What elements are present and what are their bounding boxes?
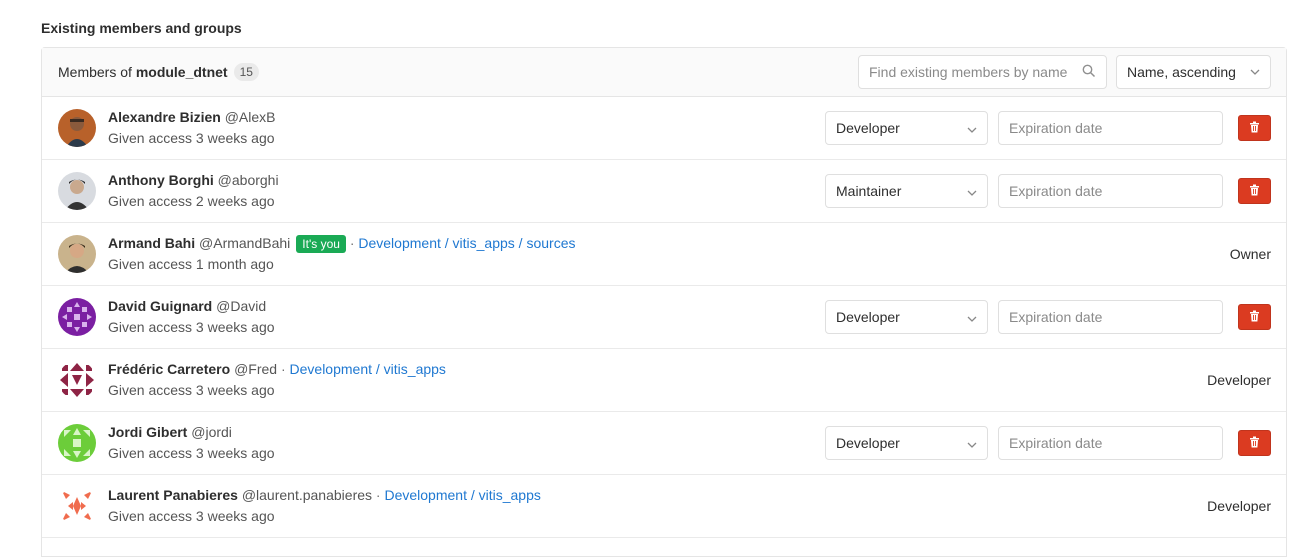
access-time: Given access 3 weeks ago: [108, 382, 275, 398]
expiration-date-input[interactable]: [998, 426, 1223, 460]
access-time: Given access 1 month ago: [108, 256, 274, 272]
panel-header: Members of module_dtnet 15 Name, ascendi…: [42, 48, 1286, 97]
member-name[interactable]: Frédéric Carretero: [108, 361, 230, 377]
separator-dot: ·: [375, 487, 381, 503]
member-info: Alexandre Bizien @AlexB Given access 3 w…: [108, 107, 825, 149]
role-dropdown[interactable]: Developer: [825, 300, 988, 334]
member-username: @David: [216, 298, 267, 314]
expiration-date-input[interactable]: [998, 111, 1223, 145]
member-role: Developer: [1207, 372, 1271, 388]
member-info: David Guignard @David Given access 3 wee…: [108, 296, 825, 338]
separator-dot: ·: [349, 235, 355, 251]
sort-dropdown[interactable]: Name, ascending: [1116, 55, 1271, 89]
role-dropdown-label: Developer: [836, 309, 900, 325]
member-name[interactable]: Laurent Panabieres: [108, 487, 238, 503]
chevron-down-icon: [967, 309, 977, 325]
member-row: Jordi Gibert @jordi Given access 3 weeks…: [42, 412, 1286, 475]
chevron-down-icon: [1250, 67, 1260, 78]
role-dropdown-label: Maintainer: [836, 183, 902, 199]
avatar[interactable]: [58, 361, 96, 399]
member-role: Developer: [1207, 498, 1271, 514]
expiration-date-input[interactable]: [998, 300, 1223, 334]
chevron-down-icon: [967, 435, 977, 451]
member-username: @Fred: [234, 361, 278, 377]
member-info: Laurent Panabieres @laurent.panabieres ·…: [108, 485, 1207, 527]
member-name[interactable]: Alexandre Bizien: [108, 109, 221, 125]
trash-icon: [1249, 183, 1260, 199]
avatar[interactable]: [58, 109, 96, 147]
sort-dropdown-label: Name, ascending: [1127, 64, 1236, 80]
role-dropdown-label: Developer: [836, 435, 900, 451]
member-list: Alexandre Bizien @AlexB Given access 3 w…: [42, 97, 1286, 538]
member-username: @ArmandBahi: [199, 235, 291, 251]
search-icon[interactable]: [1082, 64, 1096, 81]
member-row: Alexandre Bizien @AlexB Given access 3 w…: [42, 97, 1286, 160]
access-time: Given access 2 weeks ago: [108, 193, 275, 209]
access-time: Given access 3 weeks ago: [108, 508, 275, 524]
role-dropdown[interactable]: Maintainer: [825, 174, 988, 208]
member-username: @jordi: [191, 424, 232, 440]
member-row: Armand Bahi @ArmandBahi It's you · Develo…: [42, 223, 1286, 286]
group-link[interactable]: Development / vitis_apps: [384, 487, 540, 503]
member-info: Anthony Borghi @aborghi Given access 2 w…: [108, 170, 825, 212]
member-row: Laurent Panabieres @laurent.panabieres ·…: [42, 475, 1286, 538]
members-panel: Members of module_dtnet 15 Name, ascendi…: [41, 47, 1287, 557]
project-name: module_dtnet: [135, 64, 228, 80]
member-name[interactable]: Anthony Borghi: [108, 172, 214, 188]
avatar[interactable]: [58, 172, 96, 210]
member-search-input[interactable]: [869, 64, 1082, 80]
member-username: @aborghi: [217, 172, 279, 188]
member-search-box[interactable]: [858, 55, 1107, 89]
avatar[interactable]: [58, 298, 96, 336]
access-time: Given access 3 weeks ago: [108, 319, 275, 335]
trash-icon: [1249, 435, 1260, 451]
group-link[interactable]: Development / vitis_apps / sources: [358, 235, 575, 251]
member-info: Armand Bahi @ArmandBahi It's you · Develo…: [108, 233, 1230, 275]
avatar[interactable]: [58, 235, 96, 273]
role-dropdown-label: Developer: [836, 120, 900, 136]
members-title-prefix: Members of: [58, 64, 132, 80]
expiration-date-input[interactable]: [998, 174, 1223, 208]
chevron-down-icon: [967, 120, 977, 136]
member-count-badge: 15: [233, 63, 259, 81]
member-info: Jordi Gibert @jordi Given access 3 weeks…: [108, 422, 825, 464]
members-title: Members of module_dtnet: [58, 64, 228, 80]
remove-member-button[interactable]: [1238, 115, 1271, 141]
member-row: David Guignard @David Given access 3 wee…: [42, 286, 1286, 349]
member-name[interactable]: Armand Bahi: [108, 235, 195, 251]
remove-member-button[interactable]: [1238, 304, 1271, 330]
role-dropdown[interactable]: Developer: [825, 426, 988, 460]
avatar[interactable]: [58, 487, 96, 525]
member-row: Anthony Borghi @aborghi Given access 2 w…: [42, 160, 1286, 223]
chevron-down-icon: [967, 183, 977, 199]
member-info: Frédéric Carretero @Fred · Development /…: [108, 359, 1207, 401]
avatar[interactable]: [58, 424, 96, 462]
member-username: @AlexB: [224, 109, 276, 125]
its-you-badge: It's you: [296, 235, 346, 253]
access-time: Given access 3 weeks ago: [108, 445, 275, 461]
member-name[interactable]: David Guignard: [108, 298, 212, 314]
access-time: Given access 3 weeks ago: [108, 130, 275, 146]
member-row: Frédéric Carretero @Fred · Development /…: [42, 349, 1286, 412]
member-username: @laurent.panabieres: [241, 487, 373, 503]
separator-dot: ·: [280, 361, 286, 377]
member-name[interactable]: Jordi Gibert: [108, 424, 187, 440]
trash-icon: [1249, 309, 1260, 325]
member-role: Owner: [1229, 246, 1271, 262]
remove-member-button[interactable]: [1238, 430, 1271, 456]
trash-icon: [1249, 120, 1260, 136]
role-dropdown[interactable]: Developer: [825, 111, 988, 145]
group-link[interactable]: Development / vitis_apps: [290, 361, 446, 377]
remove-member-button[interactable]: [1238, 178, 1271, 204]
section-title: Existing members and groups: [41, 20, 242, 36]
